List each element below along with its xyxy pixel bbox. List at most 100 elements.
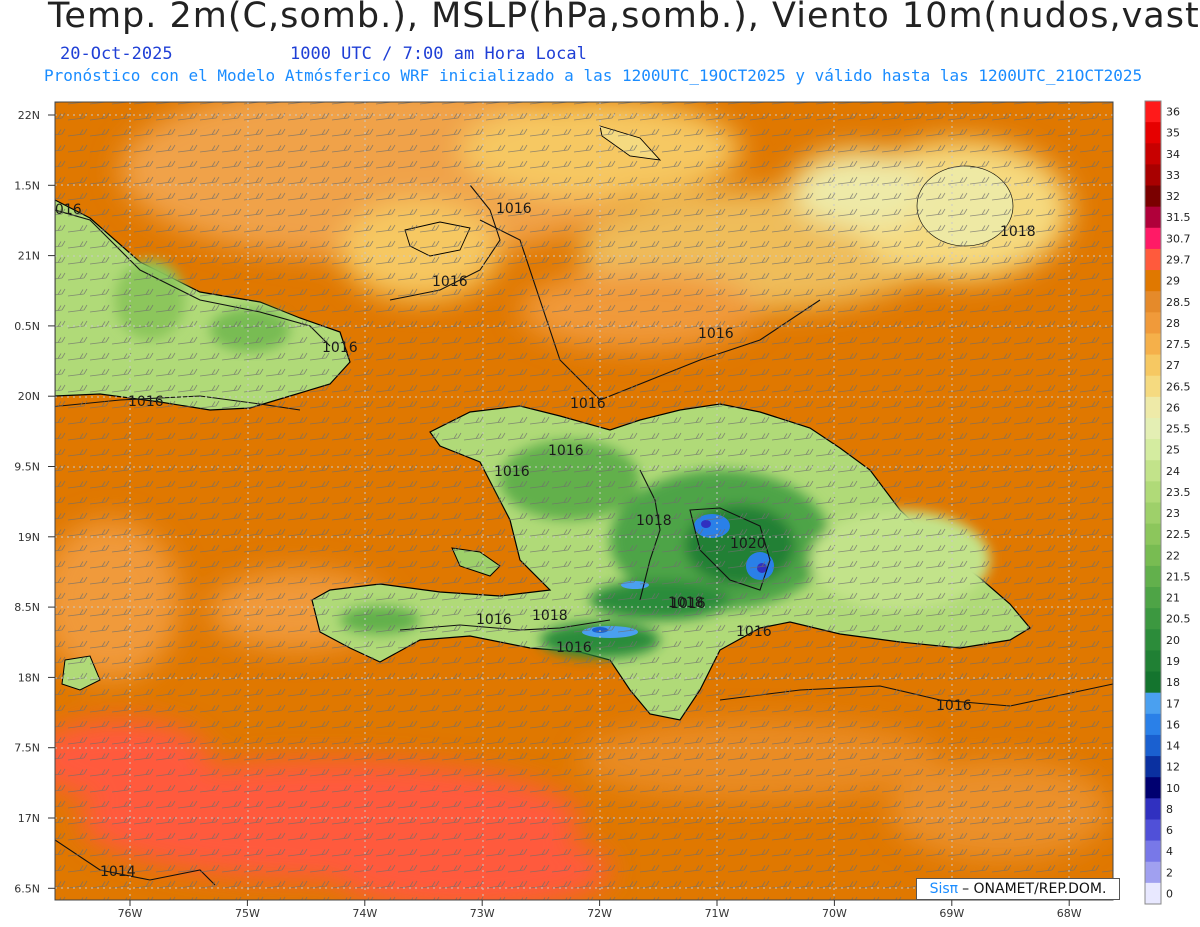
colorbar-swatch bbox=[1145, 354, 1161, 377]
colorbar-label: 35 bbox=[1166, 127, 1180, 140]
lon-tick-label: 68W bbox=[1057, 907, 1082, 920]
colorbar-swatch bbox=[1145, 798, 1161, 820]
lat-tick-label: 9.5N bbox=[14, 461, 40, 474]
colorbar-label: 30.7 bbox=[1166, 232, 1191, 245]
colorbar-swatch bbox=[1145, 248, 1161, 271]
credit-box: Sisπ – ONAMET/REP.DOM. bbox=[916, 878, 1120, 900]
forecast-date: 20-Oct-2025 bbox=[60, 44, 173, 64]
lat-tick-label: 21N bbox=[18, 250, 40, 263]
colorbar-label: 26.5 bbox=[1166, 380, 1191, 393]
isobar-label: 1014 bbox=[100, 864, 136, 880]
colorbar: 363534333231.530.729.72928.52827.52726.5… bbox=[1144, 100, 1191, 905]
colorbar-label: 22.5 bbox=[1166, 528, 1191, 541]
colorbar-label: 25 bbox=[1166, 444, 1180, 457]
latitude-axis: 22N 1.5N 21N 0.5N 20N 9.5N 19N 8.5N 18N 7.5N 17N 6.… bbox=[14, 109, 55, 895]
colorbar-label: 2 bbox=[1166, 866, 1173, 879]
colorbar-swatch bbox=[1145, 164, 1161, 187]
map-field: 1016 1016 1016 1016 1016 1016 1016 1016 … bbox=[46, 102, 1113, 900]
lon-tick-label: 70W bbox=[822, 907, 847, 920]
colorbar-label: 4 bbox=[1166, 845, 1173, 858]
isobar-label: 1016 bbox=[548, 443, 584, 459]
lat-tick-label: 8.5N bbox=[14, 601, 40, 614]
colorbar-label: 23.5 bbox=[1166, 486, 1191, 499]
lon-tick-label: 73W bbox=[470, 907, 495, 920]
colorbar-label: 12 bbox=[1166, 761, 1180, 774]
colorbar-label: 34 bbox=[1166, 148, 1180, 161]
model-info: Pronóstico con el Modelo Atmósferico WRF… bbox=[44, 66, 1143, 85]
colorbar-label: 21.5 bbox=[1166, 570, 1191, 583]
lat-tick-label: 20N bbox=[18, 390, 40, 403]
lat-tick-label: 6.5N bbox=[14, 882, 40, 895]
lon-tick-label: 76W bbox=[118, 907, 143, 920]
colorbar-swatch bbox=[1145, 101, 1161, 123]
colorbar-swatch bbox=[1145, 629, 1161, 651]
colorbar-swatch bbox=[1145, 544, 1161, 567]
colorbar-swatch bbox=[1145, 692, 1161, 715]
colorbar-swatch bbox=[1145, 227, 1161, 250]
colorbar-label: 23 bbox=[1166, 507, 1180, 520]
isobar-label: 1016 bbox=[936, 698, 972, 714]
colorbar-label: 20 bbox=[1166, 634, 1180, 647]
colorbar-swatch bbox=[1145, 840, 1161, 863]
isobar-label: 1018 bbox=[636, 513, 672, 529]
colorbar-label: 14 bbox=[1166, 740, 1180, 753]
colorbar-swatch bbox=[1145, 270, 1161, 292]
colorbar-label: 29 bbox=[1166, 275, 1180, 288]
colorbar-swatch bbox=[1145, 460, 1161, 482]
colorbar-swatch bbox=[1145, 291, 1161, 313]
wind-barbs bbox=[55, 102, 1113, 900]
colorbar-label: 22 bbox=[1166, 549, 1180, 562]
valid-time: 1000 UTC / 7:00 am Hora Local bbox=[290, 44, 587, 64]
isobar-label: 1016 bbox=[556, 640, 592, 656]
lat-tick-label: 7.5N bbox=[14, 742, 40, 755]
colorbar-label: 26 bbox=[1166, 401, 1180, 414]
colorbar-label: 36 bbox=[1166, 106, 1180, 119]
colorbar-swatch bbox=[1145, 417, 1161, 440]
colorbar-swatch bbox=[1145, 608, 1161, 630]
colorbar-label: 19 bbox=[1166, 655, 1180, 668]
colorbar-label: 10 bbox=[1166, 782, 1180, 795]
colorbar-swatch bbox=[1145, 734, 1161, 757]
isobar-label: 1016 bbox=[736, 624, 772, 640]
isobar-label: 1016 bbox=[698, 326, 734, 342]
isobar-label: 1016 bbox=[494, 464, 530, 480]
colorbar-label: 28.5 bbox=[1166, 296, 1191, 309]
colorbar-swatch bbox=[1145, 671, 1161, 694]
colorbar-label: 28 bbox=[1166, 317, 1180, 330]
isobar-label: 1016 bbox=[476, 612, 512, 628]
colorbar-label: 17 bbox=[1166, 697, 1180, 710]
colorbar-swatch bbox=[1145, 861, 1161, 884]
colorbar-swatch bbox=[1145, 650, 1161, 673]
colorbar-swatch bbox=[1145, 565, 1161, 588]
weather-map: 1016 1016 1016 1016 1016 1016 1016 1016 … bbox=[14, 100, 1191, 920]
colorbar-swatch bbox=[1145, 333, 1161, 356]
colorbar-swatch bbox=[1145, 122, 1161, 144]
colorbar-label: 31.5 bbox=[1166, 211, 1191, 224]
colorbar-label: 25.5 bbox=[1166, 423, 1191, 436]
colorbar-swatch bbox=[1145, 777, 1161, 799]
isobar-label: 1018 bbox=[532, 608, 568, 624]
map-title: Temp. 2m(C,somb.), MSLP(hPa,somb.), Vien… bbox=[48, 0, 1200, 36]
colorbar-swatch bbox=[1145, 587, 1161, 609]
isobar-label: 1018 bbox=[1000, 224, 1036, 240]
lon-tick-label: 69W bbox=[939, 907, 964, 920]
isobar-label: 1016 bbox=[46, 202, 82, 218]
colorbar-label: 18 bbox=[1166, 676, 1180, 689]
colorbar-label: 8 bbox=[1166, 803, 1173, 816]
isobar-label: 1018 bbox=[668, 595, 704, 611]
colorbar-swatch bbox=[1145, 523, 1161, 546]
colorbar-swatch bbox=[1145, 439, 1161, 461]
lon-tick-label: 74W bbox=[352, 907, 377, 920]
colorbar-swatch bbox=[1145, 882, 1161, 905]
colorbar-label: 21 bbox=[1166, 592, 1180, 605]
credit-text: – ONAMET/REP.DOM. bbox=[962, 881, 1107, 897]
lon-tick-label: 72W bbox=[587, 907, 612, 920]
isobar-label: 1016 bbox=[496, 201, 532, 217]
lon-tick-label: 71W bbox=[705, 907, 730, 920]
lat-tick-label: 1.5N bbox=[14, 179, 40, 192]
colorbar-swatch bbox=[1145, 375, 1161, 398]
lat-tick-label: 18N bbox=[18, 671, 40, 684]
lon-tick-label: 75W bbox=[235, 907, 260, 920]
colorbar-label: 32 bbox=[1166, 190, 1180, 203]
lat-tick-label: 17N bbox=[18, 812, 40, 825]
